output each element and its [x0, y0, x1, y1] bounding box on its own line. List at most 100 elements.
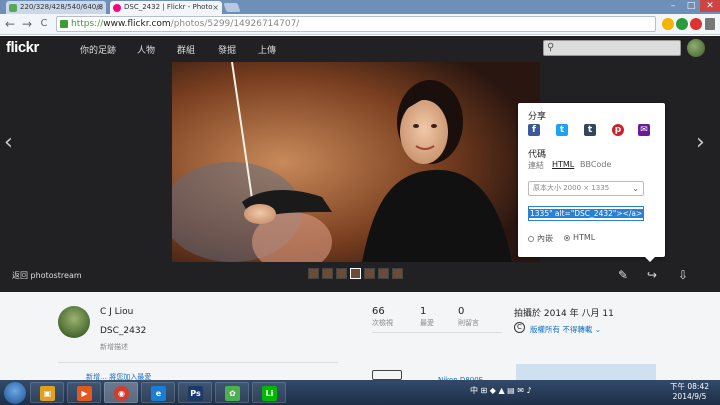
nav-people[interactable]: 人物	[137, 43, 155, 56]
faves-stat: 1 最愛	[420, 306, 434, 328]
email-icon[interactable]: ✉	[638, 124, 650, 136]
clock-time: 下午 08:42	[670, 382, 709, 391]
facebook-icon[interactable]: f	[528, 124, 540, 136]
forward-button[interactable]: →	[20, 17, 34, 31]
embed-code-field[interactable]: 1335" alt="DSC_2432"></a>	[528, 206, 644, 221]
previous-photo-icon[interactable]: ‹	[4, 130, 13, 155]
filmstrip-thumb[interactable]	[308, 268, 319, 279]
clock[interactable]: 下午 08:42 2014/9/5	[670, 382, 709, 402]
owner-name[interactable]: C J Liou	[100, 307, 133, 317]
camera-icon	[372, 370, 402, 380]
new-tab-button[interactable]	[223, 3, 241, 12]
back-to-photostream-link[interactable]: 返回 photostream	[12, 270, 82, 281]
close-tab-icon[interactable]: ×	[96, 1, 103, 14]
taskbar-app-chrome[interactable]: ◉	[104, 382, 138, 403]
flickr-logo[interactable]: flickr	[6, 39, 39, 56]
ie-icon: e	[151, 386, 166, 401]
taken-on-date[interactable]: 拍攝於 2014 年 八月 11	[514, 306, 614, 319]
extension-icon[interactable]	[690, 18, 702, 30]
taskbar-app-picasa[interactable]: ✿	[215, 382, 249, 403]
minimize-button[interactable]: –	[664, 0, 682, 12]
menu-icon[interactable]	[705, 18, 715, 30]
code-section-label: 代碼	[528, 150, 547, 160]
extension-icon[interactable]	[676, 18, 688, 30]
tab-bbcode[interactable]: BBCode	[580, 160, 611, 169]
comments-stat: 0 則留言	[458, 306, 479, 328]
avatar[interactable]	[687, 39, 705, 57]
search-input[interactable]: ⚲	[543, 40, 681, 56]
comments-label: 則留言	[458, 319, 479, 327]
divider	[58, 362, 338, 363]
nav-you[interactable]: 你的足跡	[80, 43, 116, 56]
size-select[interactable]: 原本大小 2000 × 1335 ⌄	[528, 181, 644, 196]
nav-groups[interactable]: 群組	[177, 43, 195, 56]
embed-code-text: 1335" alt="DSC_2432"></a>	[529, 209, 643, 218]
html-radio[interactable]: HTML	[564, 233, 595, 242]
maximize-button[interactable]: □	[682, 0, 700, 12]
clock-date: 2014/9/5	[672, 392, 707, 401]
chrome-icon: ◉	[114, 386, 129, 401]
divider	[372, 332, 502, 333]
filmstrip-thumb-current[interactable]	[350, 268, 361, 279]
tab-html[interactable]: HTML	[552, 160, 574, 169]
close-tab-icon[interactable]: ×	[212, 1, 219, 14]
taskbar-app-photoshop[interactable]: Ps	[178, 382, 212, 403]
filmstrip-thumb[interactable]	[322, 268, 333, 279]
url-scheme: https://	[71, 19, 104, 29]
views-stat: 66 次檢視	[372, 306, 393, 328]
search-icon: ⚲	[547, 42, 555, 53]
back-button[interactable]: ←	[3, 17, 17, 31]
sidebar-panel	[516, 364, 656, 380]
embed-radio-label: 內嵌	[537, 234, 553, 243]
filmstrip-thumb[interactable]	[364, 268, 375, 279]
browser-tab-1[interactable]: 220/328/428/540/640/8 ×	[6, 1, 106, 14]
reload-button[interactable]: C	[37, 17, 51, 31]
explorer-icon: ▣	[40, 386, 55, 401]
system-tray[interactable]: 中 ⊞ ◆ ▲ ▤ ✉ ♪	[470, 385, 532, 396]
add-description-link[interactable]: 新增描述	[100, 342, 128, 352]
twitter-icon[interactable]: t	[556, 124, 568, 136]
filmstrip-thumb[interactable]	[336, 268, 347, 279]
nav-upload[interactable]: 上傳	[258, 43, 276, 56]
media-player-icon: ▶	[77, 386, 92, 401]
close-window-button[interactable]: ✕	[700, 0, 720, 12]
main-photo[interactable]	[172, 62, 540, 262]
license-link[interactable]: 版權所有 不得轉載 ⌄	[530, 324, 601, 335]
tumblr-icon[interactable]: t	[584, 124, 596, 136]
url-field[interactable]: https://www.flickr.com/photos/5299/14926…	[56, 16, 656, 32]
embed-radio[interactable]: 內嵌	[528, 233, 553, 244]
filmstrip-thumb[interactable]	[392, 268, 403, 279]
lock-icon	[60, 20, 68, 28]
url-host: www.flickr.com	[103, 19, 171, 29]
edit-icon[interactable]: ✎	[618, 268, 628, 282]
taskbar-app-line[interactable]: Li	[252, 382, 286, 403]
taskbar-app-media[interactable]: ▶	[67, 382, 101, 403]
browser-tab-label: DSC_2432 | Flickr - Photo	[124, 3, 213, 11]
views-label: 次檢視	[372, 319, 393, 327]
share-icon[interactable]: ↪	[647, 268, 657, 282]
html-radio-label: HTML	[573, 233, 596, 242]
filmstrip-thumb[interactable]	[378, 268, 389, 279]
photo-title[interactable]: DSC_2432	[100, 326, 146, 336]
photoshop-icon: Ps	[188, 386, 203, 401]
owner-avatar[interactable]	[58, 306, 90, 338]
radio-selected-icon	[564, 234, 570, 241]
browser-tab-2[interactable]: DSC_2432 | Flickr - Photo ×	[110, 1, 222, 14]
pinterest-icon[interactable]: p	[612, 124, 624, 136]
bookmark-star-icon[interactable]	[662, 18, 674, 30]
next-photo-icon[interactable]: ›	[696, 130, 705, 155]
image-favicon-icon	[9, 4, 17, 12]
size-select-value: 原本大小 2000 × 1335	[533, 184, 610, 192]
chevron-down-icon: ⌄	[632, 184, 639, 193]
url-path: /photos/5299/14926714707/	[170, 19, 300, 29]
nav-explore[interactable]: 發掘	[218, 43, 236, 56]
flickr-header: flickr 你的足跡 人物 群組 發掘 上傳 ⚲	[0, 36, 720, 62]
share-panel: 分享 f t t p ✉ 代碼 連結 HTML BBCode 原本大小 2000…	[518, 103, 665, 262]
taskbar-app-ie[interactable]: e	[141, 382, 175, 403]
tab-link[interactable]: 連結	[528, 160, 544, 171]
download-icon[interactable]: ⇩	[678, 268, 688, 282]
start-button[interactable]	[4, 382, 26, 404]
browser-tab-label: 220/328/428/540/640/8	[20, 3, 104, 11]
flickr-favicon-icon	[113, 4, 121, 12]
taskbar-app-explorer[interactable]: ▣	[30, 382, 64, 403]
